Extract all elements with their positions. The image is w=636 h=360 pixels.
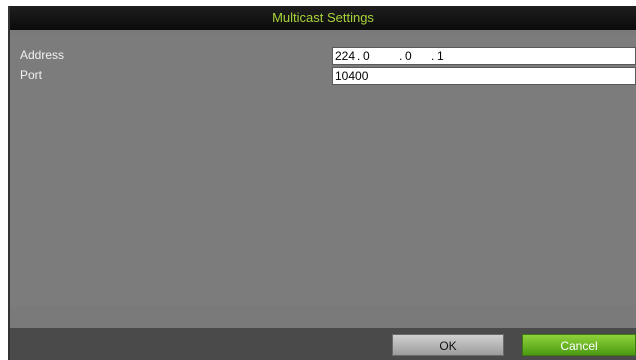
- multicast-settings-dialog: Multicast Settings Address 224 . 0 . 0 .…: [8, 6, 636, 360]
- settings-panel: Address 224 . 0 . 0 . 1 Port 10400: [10, 36, 636, 306]
- address-dot: .: [357, 49, 361, 63]
- port-input[interactable]: 10400: [332, 67, 636, 85]
- button-bar: OK Cancel: [10, 328, 636, 360]
- port-row: Port 10400: [10, 66, 636, 86]
- port-label: Port: [20, 68, 43, 82]
- ok-button[interactable]: OK: [392, 334, 504, 356]
- address-octet-3[interactable]: 0: [405, 48, 412, 64]
- port-value[interactable]: 10400: [335, 68, 368, 84]
- address-dot: .: [431, 49, 435, 63]
- dialog-title: Multicast Settings: [10, 6, 636, 30]
- address-label: Address: [20, 48, 65, 62]
- address-dot: .: [399, 49, 403, 63]
- address-octet-2[interactable]: 0: [363, 48, 370, 64]
- address-ip-field[interactable]: 224 . 0 . 0 . 1: [332, 47, 636, 65]
- cancel-button[interactable]: Cancel: [522, 334, 636, 356]
- address-row: Address 224 . 0 . 0 . 1: [10, 46, 636, 66]
- address-octet-4[interactable]: 1: [437, 48, 444, 64]
- address-octet-1[interactable]: 224: [335, 48, 355, 64]
